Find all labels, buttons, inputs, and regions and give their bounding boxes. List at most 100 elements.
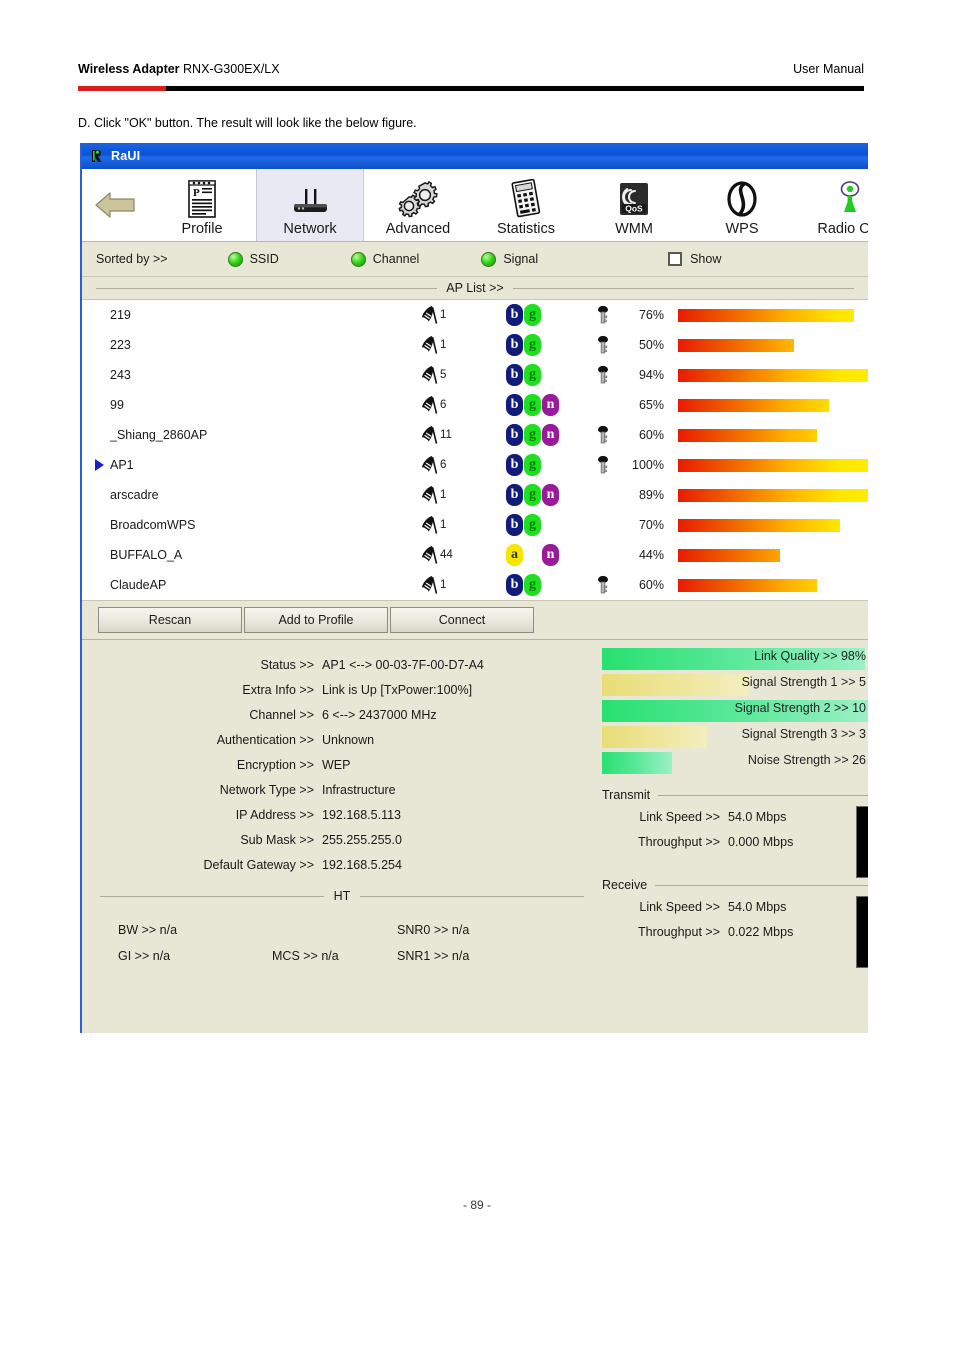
status-row: Authentication >> Unknown [82, 727, 602, 752]
status-row-value: 192.168.5.113 [322, 807, 402, 822]
ap-channel-number: 6 [440, 399, 447, 411]
svg-text:QoS: QoS [625, 204, 643, 214]
ht-row-2: GI >> n/a MCS >> n/a SNR1 >> n/a [82, 943, 602, 969]
ap-list[interactable]: 219 1 b g 76% 223 1 b g 50% 243 5 b g 94% 99 6 b g n 65% _Shi… [82, 299, 868, 600]
security-lock-icon [590, 305, 616, 325]
ap-signal-percent: 60% [638, 428, 664, 442]
tab-profile[interactable]: P Profile [148, 169, 256, 241]
ap-row[interactable]: _Shiang_2860AP 11 b g n 60% [82, 420, 868, 450]
ap-row[interactable]: 243 5 b g 94% [82, 360, 868, 390]
quality-bar-fill [602, 752, 672, 774]
main-toolbar: P Profile Network Advanced Statistics Qo… [82, 169, 868, 242]
tab-advanced[interactable]: Advanced [364, 169, 472, 241]
tab-wps[interactable]: WPS [688, 169, 796, 241]
connected-ap-marker-icon [88, 458, 110, 472]
ap-signal-bar [678, 398, 829, 412]
receive-section: Receive Link Speed >> 54.0 Mbps Throughp… [602, 876, 868, 968]
back-button[interactable] [82, 169, 148, 241]
quality-bar: Noise Strength >> 26 [602, 752, 868, 774]
ap-ssid: ClaudeAP [110, 578, 167, 592]
ap-signal-bar-cell [664, 300, 868, 330]
show-checkbox-label: Show [690, 252, 722, 266]
ap-row[interactable]: AP1 6 b g 100% [82, 450, 868, 480]
tab-network[interactable]: Network [256, 169, 364, 241]
status-row-key: IP Address >> [235, 807, 314, 822]
band-badge-g: g [524, 304, 541, 326]
status-row: Encryption >> WEP [82, 752, 602, 777]
tab-wmm[interactable]: QoS WMM [580, 169, 688, 241]
channel-icon [420, 305, 438, 325]
raui-logo-icon [89, 148, 105, 164]
rescan-button[interactable]: Rescan [98, 607, 242, 633]
add-to-profile-button[interactable]: Add to Profile [244, 607, 388, 633]
transmit-title: Transmit [602, 788, 651, 802]
ap-band-badges: bg [506, 454, 590, 476]
status-row-key: Authentication >> [216, 732, 314, 747]
tab-radio-on-off[interactable]: Radio On/ [796, 169, 868, 241]
ap-row[interactable]: ClaudeAP 1 b g 60% [82, 570, 868, 600]
transmit-throughput-row: Throughput >> 0.000 Mbps [602, 829, 868, 854]
quality-bar-fill [602, 674, 750, 696]
status-row-value: Infrastructure [322, 782, 396, 797]
band-badge-b: b [506, 394, 523, 416]
connect-button[interactable]: Connect [390, 607, 534, 633]
ap-channel: 5 [420, 365, 506, 385]
quality-bar: Link Quality >> 98% [602, 648, 868, 670]
sort-option-ssid[interactable]: SSID [227, 251, 279, 267]
action-button-bar: Rescan Add to Profile Connect [82, 600, 868, 640]
header-rule-accent [78, 86, 166, 91]
ap-channel-number: 6 [440, 459, 447, 471]
tab-radio-label: Radio On/ [817, 221, 868, 237]
ap-channel-number: 1 [440, 579, 447, 591]
ap-signal-percent: 89% [638, 488, 664, 502]
ht-divider: HT [100, 887, 584, 905]
ap-row[interactable]: arscadre 1 b g n 89% [82, 480, 868, 510]
tab-advanced-label: Advanced [385, 221, 451, 237]
gear-icon [395, 179, 441, 219]
ap-row[interactable]: 223 1 b g 50% [82, 330, 868, 360]
status-row-key: Network Type >> [219, 782, 314, 797]
receive-link-speed-row: Link Speed >> 54.0 Mbps [602, 894, 868, 919]
ap-channel: 6 [420, 395, 506, 415]
ap-ssid: 223 [110, 338, 131, 352]
raui-app-window: RaUI P Profile Network Advanced Statisti… [80, 143, 868, 1033]
band-badge-b: b [506, 484, 523, 506]
ap-row[interactable]: BUFFALO_A 44 a n 44% [82, 540, 868, 570]
ap-signal-bar-cell [664, 360, 868, 390]
quality-bar-label: Noise Strength >> 26 [747, 753, 866, 767]
ap-signal-percent: 44% [638, 548, 664, 562]
window-title: RaUI [111, 149, 141, 163]
quality-bars: Link Quality >> 98% Signal Strength 1 >> … [602, 648, 868, 774]
receive-header: Receive [602, 876, 868, 894]
ap-channel: 1 [420, 335, 506, 355]
band-badge-b: b [506, 364, 523, 386]
ap-row[interactable]: BroadcomWPS 1 b g 70% [82, 510, 868, 540]
band-badge-g: g [524, 424, 541, 446]
sort-option-channel[interactable]: Channel [350, 251, 419, 267]
ap-signal-bar [678, 338, 794, 352]
channel-icon [420, 365, 438, 385]
quality-bar-fill [602, 726, 707, 748]
ap-ssid: 99 [110, 398, 124, 412]
show-checkbox[interactable] [668, 252, 683, 266]
transmit-throughput-value: 0.000 Mbps [728, 834, 794, 849]
ap-signal-bar-cell [664, 330, 868, 360]
ht-row-1: BW >> n/a SNR0 >> n/a [82, 917, 602, 943]
status-row: Default Gateway >> 192.168.5.254 [82, 852, 602, 877]
ap-ssid: BUFFALO_A [110, 548, 183, 562]
status-row-value: Link is Up [TxPower:100%] [322, 682, 473, 697]
sort-option-signal[interactable]: Signal [481, 251, 538, 267]
status-panel: Status >> AP1 <--> 00-03-7F-00-D7-A4 Extra… [82, 640, 868, 1015]
band-badge-g: g [524, 364, 541, 386]
quality-bar-label: Signal Strength 3 >> 3 [741, 727, 866, 741]
sort-option-ssid-label: SSID [249, 252, 279, 266]
ap-row[interactable]: 99 6 b g n 65% [82, 390, 868, 420]
transmit-section: Transmit Link Speed >> 54.0 Mbps Through… [602, 786, 868, 878]
tab-statistics[interactable]: Statistics [472, 169, 580, 241]
ap-channel-number: 1 [440, 309, 447, 321]
ap-signal-bar-cell [664, 390, 868, 420]
show-checkbox-group[interactable]: Show [668, 252, 721, 266]
band-badge-n: n [542, 424, 559, 446]
band-badge-g: g [524, 394, 541, 416]
ap-row[interactable]: 219 1 b g 76% [82, 300, 868, 330]
